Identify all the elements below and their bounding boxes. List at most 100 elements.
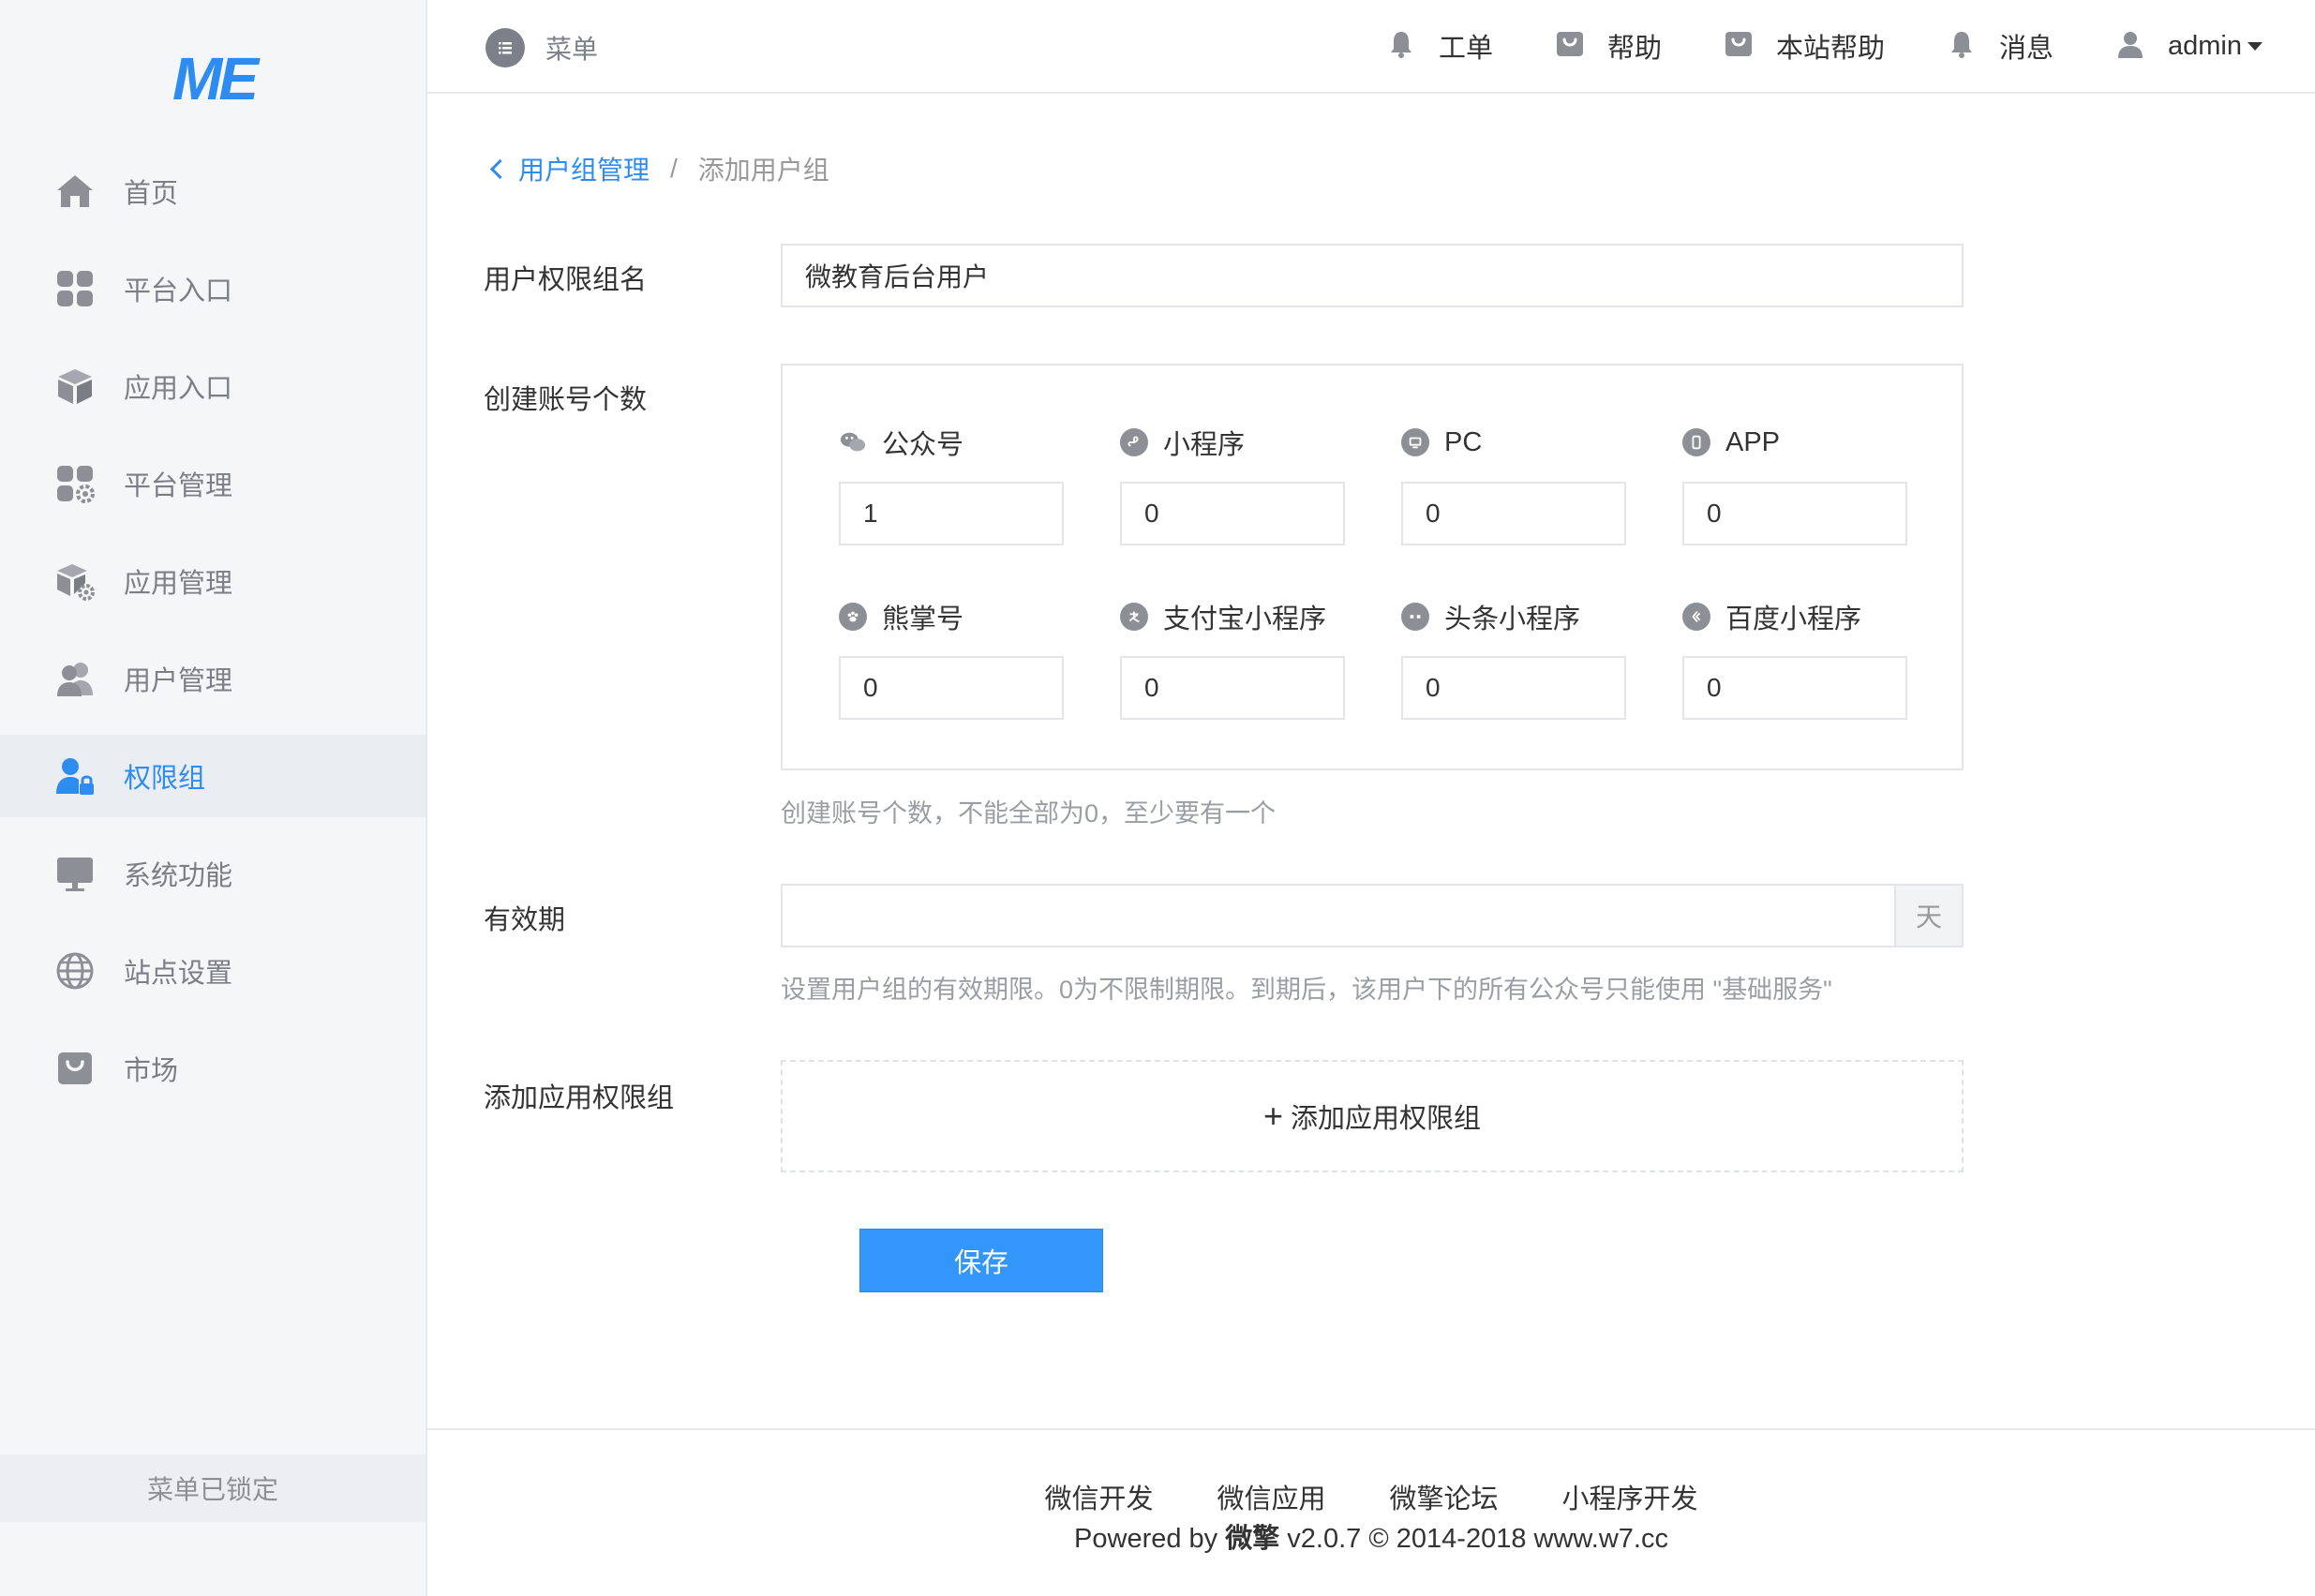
breadcrumb-parent-label: 用户组管理 xyxy=(518,156,650,185)
breadcrumb: 用户组管理 / 添加用户组 xyxy=(487,150,829,187)
sidebar-item-platform-manage[interactable]: 平台管理 xyxy=(0,442,426,525)
footer-links: 微信开发 微信应用 微擎论坛 小程序开发 xyxy=(427,1477,2315,1516)
sidebar-item-label: 应用入口 xyxy=(124,374,233,404)
sidebar-item-site-settings[interactable]: 站点设置 xyxy=(0,930,426,1012)
account-wechat-label: 公众号 xyxy=(882,430,964,460)
breadcrumb-current: 添加用户组 xyxy=(697,156,829,185)
powered-suffix: v2.0.7 © 2014-2018 www.w7.cc xyxy=(1279,1524,1668,1554)
footer-link-wechat-apps[interactable]: 微信应用 xyxy=(1217,1477,1325,1516)
sidebar-item-label: 市场 xyxy=(124,1056,179,1086)
validity-input[interactable] xyxy=(783,886,1894,946)
sidebar-item-user-manage[interactable]: 用户管理 xyxy=(0,637,426,720)
account-toutiao-input[interactable]: 0 xyxy=(1401,656,1626,720)
account-app-input[interactable]: 0 xyxy=(1682,482,1907,545)
footer-link-miniprogram-dev[interactable]: 小程序开发 xyxy=(1562,1477,1698,1516)
account-xiongzhang: 熊掌号 0 xyxy=(839,598,1064,720)
miniprogram-icon xyxy=(1120,428,1148,456)
sidebar-item-label: 平台管理 xyxy=(124,471,233,501)
globe-icon xyxy=(54,950,96,992)
account-alipay-input[interactable]: 0 xyxy=(1120,656,1345,720)
account-app: APP 0 xyxy=(1682,424,1907,545)
sidebar-item-home[interactable]: 首页 xyxy=(0,150,426,232)
save-button[interactable]: 保存 xyxy=(859,1229,1103,1292)
account-miniprogram-input[interactable]: 0 xyxy=(1120,482,1345,545)
toutiao-icon xyxy=(1401,603,1429,631)
user-icon xyxy=(2115,29,2145,64)
app-icon xyxy=(1682,428,1710,456)
header-user-menu[interactable]: admin xyxy=(2115,29,2263,64)
breadcrumb-separator: / xyxy=(670,154,678,183)
account-baidu-label: 百度小程序 xyxy=(1725,604,1862,634)
account-pc: PC 0 xyxy=(1401,424,1626,545)
account-pc-input[interactable]: 0 xyxy=(1401,482,1626,545)
cube-gear-icon xyxy=(54,560,96,602)
sidebar-item-system[interactable]: 系统功能 xyxy=(0,832,426,915)
top-header: 菜单 工单 帮助 本站帮助 消息 admin xyxy=(427,0,2315,94)
header-workorder-label: 工单 xyxy=(1438,34,1493,64)
account-xiongzhang-input[interactable]: 0 xyxy=(839,656,1064,720)
account-count-label: 创建账号个数 xyxy=(484,385,648,415)
header-messages-label: 消息 xyxy=(1998,34,2054,64)
sidebar-item-label: 权限组 xyxy=(124,764,206,794)
shop-bag-icon xyxy=(54,1048,96,1089)
account-baidu: 百度小程序 0 xyxy=(1682,598,1907,720)
grid-icon xyxy=(54,268,96,309)
group-name-input[interactable]: 微教育后台用户 xyxy=(781,244,1964,307)
chevron-left-icon xyxy=(489,158,511,179)
header-messages-link[interactable]: 消息 xyxy=(1947,26,2054,66)
logo-text: ME xyxy=(172,45,259,112)
add-app-group-button[interactable]: + 添加应用权限组 xyxy=(781,1060,1964,1172)
bell-icon xyxy=(1947,29,1977,64)
account-count-panel: 公众号 1 小程序 0 PC 0 APP 0 熊掌号 0 支付宝小程序 0 头条… xyxy=(781,364,1964,770)
logo[interactable]: ME xyxy=(0,41,427,116)
header-site-help-link[interactable]: 本站帮助 xyxy=(1724,26,1885,66)
sidebar-item-label: 系统功能 xyxy=(124,861,233,891)
account-baidu-input[interactable]: 0 xyxy=(1682,656,1907,720)
menu-lock-toggle[interactable]: 菜单已锁定 xyxy=(0,1454,426,1522)
shop-bag-icon xyxy=(1724,29,1754,64)
account-count-help: 创建账号个数，不能全部为0，至少要有一个 xyxy=(781,799,1277,828)
footer-link-forum[interactable]: 微擎论坛 xyxy=(1390,1477,1499,1516)
account-miniprogram-label: 小程序 xyxy=(1163,430,1246,460)
account-wechat-input[interactable]: 1 xyxy=(839,482,1064,545)
sidebar-item-label: 用户管理 xyxy=(124,666,233,696)
account-app-label: APP xyxy=(1725,426,1781,457)
shop-bag-icon xyxy=(1555,29,1585,64)
sidebar-item-app-manage[interactable]: 应用管理 xyxy=(0,540,426,622)
plus-icon: + xyxy=(1262,1096,1283,1135)
sidebar-item-label: 首页 xyxy=(124,179,179,209)
sidebar-item-label: 平台入口 xyxy=(124,276,233,306)
validity-help: 设置用户组的有效期限。0为不限制期限。到期后，该用户下的所有公众号只能使用 "基… xyxy=(781,976,1832,1004)
sidebar-item-app-entry[interactable]: 应用入口 xyxy=(0,345,426,427)
menu-toggle-button[interactable]: 菜单 xyxy=(485,28,598,67)
validity-unit: 天 xyxy=(1894,886,1962,946)
account-toutiao-label: 头条小程序 xyxy=(1444,604,1581,634)
app-group-label: 添加应用权限组 xyxy=(484,1083,675,1113)
menu-toggle-label: 菜单 xyxy=(545,35,599,64)
brand-name: 微擎 xyxy=(1225,1524,1280,1554)
user-lock-icon xyxy=(54,755,96,797)
header-workorder-link[interactable]: 工单 xyxy=(1386,26,1493,66)
sidebar-item-label: 应用管理 xyxy=(124,569,233,599)
wechat-icon xyxy=(839,428,867,456)
header-help-link[interactable]: 帮助 xyxy=(1555,26,1662,66)
header-site-help-label: 本站帮助 xyxy=(1775,34,1885,64)
powered-prefix: Powered by xyxy=(1074,1524,1226,1554)
header-help-label: 帮助 xyxy=(1606,34,1662,64)
home-icon xyxy=(54,171,96,212)
breadcrumb-parent-link[interactable]: 用户组管理 xyxy=(487,150,650,187)
sidebar-nav: 首页 平台入口 应用入口 平台管理 应用管理 用户管理 权限组 系统功能 站点设… xyxy=(0,150,426,1125)
baidu-icon xyxy=(1682,603,1710,631)
monitor-icon xyxy=(54,853,96,894)
cube-icon xyxy=(54,365,96,407)
account-xiongzhang-label: 熊掌号 xyxy=(882,604,964,634)
sidebar-item-market[interactable]: 市场 xyxy=(0,1027,426,1110)
account-pc-label: PC xyxy=(1444,426,1483,457)
sidebar-item-platform-entry[interactable]: 平台入口 xyxy=(0,247,426,330)
sidebar-item-permission-group[interactable]: 权限组 xyxy=(0,735,426,817)
grid-gear-icon xyxy=(54,463,96,504)
users-icon xyxy=(54,658,96,699)
group-name-label: 用户权限组名 xyxy=(484,265,648,295)
footer-link-wechat-dev[interactable]: 微信开发 xyxy=(1044,1477,1153,1516)
validity-label: 有效期 xyxy=(484,905,566,935)
